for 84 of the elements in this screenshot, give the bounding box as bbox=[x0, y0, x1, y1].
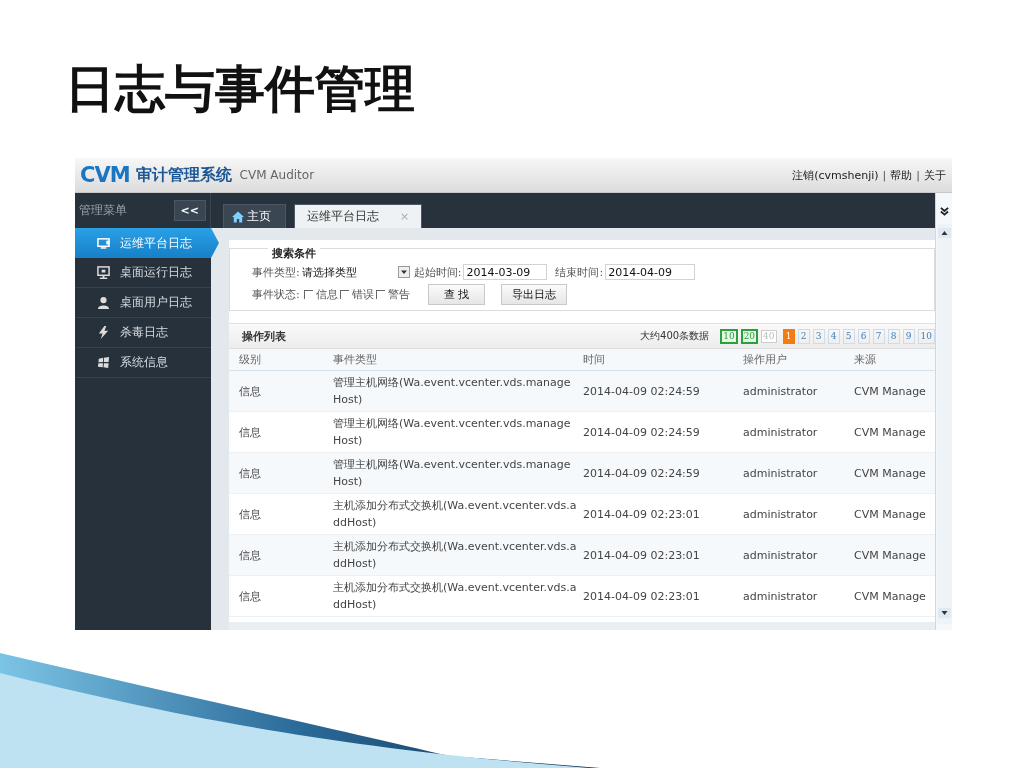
page-button[interactable]: 6 bbox=[857, 328, 870, 344]
table-cell-text: administrator bbox=[743, 588, 819, 605]
app-subtitle: CVM Auditor bbox=[239, 168, 315, 182]
table-cell-text: administrator bbox=[743, 424, 819, 441]
column-header: 级别 bbox=[239, 352, 262, 368]
table-cell-text: CVM Manage bbox=[854, 424, 927, 441]
field-label: 事件类型: bbox=[252, 264, 300, 280]
header-link[interactable]: 注销(cvmshenji) bbox=[792, 167, 879, 183]
table-cell-text: 主机添加分布式交换机(Wa.event.vcenter.vds.addHost) bbox=[333, 498, 578, 531]
section-legend: 搜索条件 bbox=[268, 246, 320, 261]
separator: | bbox=[882, 168, 887, 182]
table-cell-text: CVM Manage bbox=[854, 547, 927, 564]
table-cell-text: 信息 bbox=[239, 424, 262, 441]
checkbox[interactable] bbox=[375, 289, 385, 299]
checkbox[interactable] bbox=[339, 289, 349, 299]
start-date-field[interactable]: 2014-03-09 bbox=[463, 264, 548, 280]
monitor-icon bbox=[97, 236, 110, 250]
table-cell-text: 信息 bbox=[239, 588, 262, 605]
sidebar-title: 管理菜单 bbox=[79, 202, 127, 219]
export-button[interactable]: 导出日志 bbox=[501, 283, 568, 305]
page-button[interactable]: 10 bbox=[917, 328, 935, 344]
checkbox-label: 警告 bbox=[387, 286, 410, 302]
table-cell-text: 2014-04-09 02:23:01 bbox=[583, 506, 701, 523]
field-label: 起始时间: bbox=[413, 264, 462, 280]
table-cell-text: 管理主机网络(Wa.event.vcenter.vds.manageHost) bbox=[333, 375, 572, 408]
separator: | bbox=[916, 168, 920, 182]
page-button[interactable]: 3 bbox=[812, 328, 825, 344]
table-cell-text: CVM Manage bbox=[854, 383, 927, 400]
table-cell-text: 2014-04-09 02:23:01 bbox=[583, 588, 701, 605]
double-chevron-down-icon bbox=[940, 207, 949, 216]
record-count: 大约400条数据 bbox=[640, 329, 710, 343]
table-cell-text: 信息 bbox=[239, 465, 262, 482]
page-button[interactable]: 4 bbox=[827, 328, 840, 344]
table-cell-text: administrator bbox=[743, 465, 819, 482]
table-cell-text: 2014-04-09 02:23:01 bbox=[583, 547, 701, 564]
column-header: 来源 bbox=[854, 352, 877, 368]
table-cell-text: 2014-04-09 02:24:59 bbox=[583, 424, 701, 441]
table-cell-text: 管理主机网络(Wa.event.vcenter.vds.manageHost) bbox=[333, 416, 572, 449]
home-icon bbox=[232, 210, 244, 223]
page-button[interactable]: 9 bbox=[902, 328, 915, 344]
table-cell-text: CVM Manage bbox=[854, 465, 927, 482]
checkbox-label: 信息 bbox=[315, 286, 338, 302]
page-button[interactable]: 7 bbox=[872, 328, 885, 344]
sidebar-item[interactable]: 运维平台日志 bbox=[75, 228, 219, 258]
table-cell-text: 主机添加分布式交换机(Wa.event.vcenter.vds.addHost) bbox=[333, 539, 578, 572]
field-label: 结束时间: bbox=[555, 264, 604, 280]
column-header: 时间 bbox=[583, 352, 606, 368]
table-cell-text: CVM Manage bbox=[854, 506, 927, 523]
event-type-select[interactable]: 请选择类型 bbox=[301, 264, 410, 280]
table-cell-text: 2014-04-09 02:24:59 bbox=[583, 383, 701, 400]
table-cell-text: administrator bbox=[743, 506, 819, 523]
table-cell-text: 主机添加分布式交换机(Wa.event.vcenter.vds.addHost) bbox=[333, 580, 578, 613]
collapse-button[interactable]: << bbox=[173, 200, 206, 221]
vertical-scrollbar[interactable] bbox=[936, 224, 952, 624]
table-cell-text: CVM Manage bbox=[854, 588, 927, 605]
column-header: 事件类型 bbox=[333, 352, 378, 368]
page-button[interactable]: 2 bbox=[797, 328, 810, 344]
table-cell-text: 管理主机网络(Wa.event.vcenter.vds.manageHost) bbox=[333, 457, 572, 490]
lightning-icon bbox=[97, 326, 110, 339]
checkbox[interactable] bbox=[303, 289, 313, 299]
table-cell-text: 信息 bbox=[239, 383, 262, 400]
table-cell-text: 2014-04-09 02:24:59 bbox=[583, 465, 701, 482]
monitor-icon bbox=[97, 266, 110, 279]
panel-title: 操作列表 bbox=[242, 328, 287, 344]
header-link[interactable]: 关于 bbox=[924, 167, 946, 183]
page-button[interactable]: 8 bbox=[887, 328, 900, 344]
page-button[interactable]: 5 bbox=[842, 328, 855, 344]
app-title: 审计管理系统 bbox=[135, 164, 232, 185]
field-label: 事件状态: bbox=[252, 286, 300, 302]
logo: CVM bbox=[80, 163, 130, 187]
table-cell-text: administrator bbox=[743, 547, 819, 564]
slide-title: 日志与事件管理 bbox=[65, 59, 415, 120]
user-icon bbox=[97, 296, 110, 309]
checkbox-label: 错误 bbox=[351, 286, 374, 302]
table-cell-text: administrator bbox=[743, 383, 819, 400]
header-link[interactable]: 帮助 bbox=[890, 167, 913, 183]
tab[interactable]: 主页 bbox=[223, 204, 286, 228]
table-cell-text: 信息 bbox=[239, 506, 262, 523]
column-header: 操作用户 bbox=[743, 352, 788, 368]
windows-logo-icon bbox=[97, 356, 110, 369]
tab[interactable]: 运维平台日志 × bbox=[294, 204, 423, 228]
search-button[interactable]: 查 找 bbox=[427, 283, 486, 305]
table-cell-text: 信息 bbox=[239, 547, 262, 564]
end-date-field[interactable]: 2014-04-09 bbox=[605, 264, 696, 280]
